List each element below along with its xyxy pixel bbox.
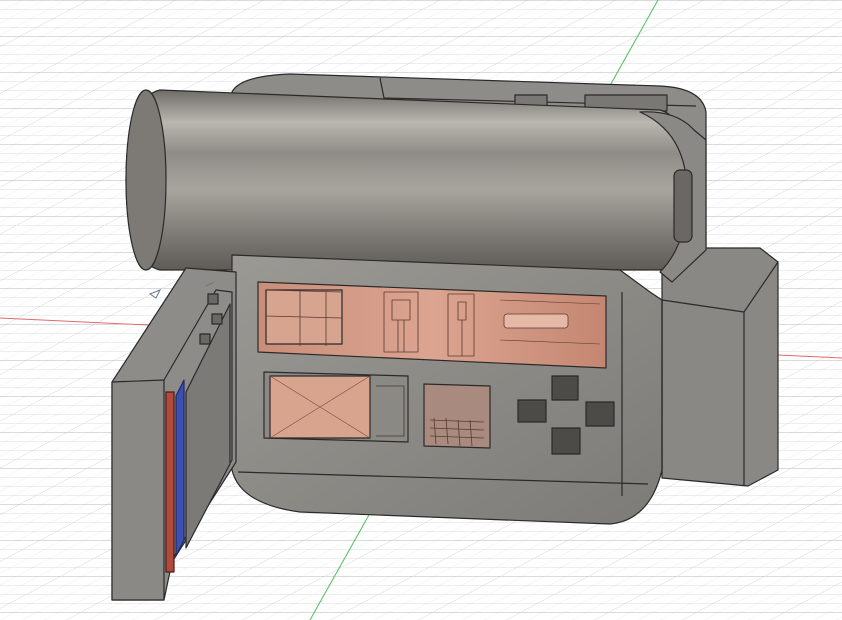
lcd-inner-border [175, 379, 185, 557]
rear-box[interactable] [661, 247, 779, 487]
d-pad-up-hole[interactable] [551, 375, 579, 401]
lcd-hinge-strip [165, 391, 175, 573]
d-pad-down-hole[interactable] [551, 427, 581, 455]
hinge-pin-low[interactable] [199, 333, 211, 345]
cad-3d-viewport[interactable] [0, 0, 842, 620]
side-strap-slot [673, 169, 693, 243]
hinge-pin-top[interactable] [207, 293, 219, 305]
lower-middle-cavity[interactable] [423, 383, 491, 449]
hinge-pin-mid[interactable] [211, 313, 223, 325]
d-pad-left-hole[interactable] [517, 399, 547, 423]
lens-barrel[interactable] [125, 89, 691, 271]
d-pad-right-hole[interactable] [585, 401, 615, 427]
screen-panel-outer-face [111, 379, 165, 601]
lower-left-cavity[interactable] [263, 371, 409, 443]
viewport-canvas[interactable] [0, 0, 842, 620]
lens-front-cap[interactable] [125, 89, 167, 271]
component-cylinder-d [503, 313, 569, 329]
